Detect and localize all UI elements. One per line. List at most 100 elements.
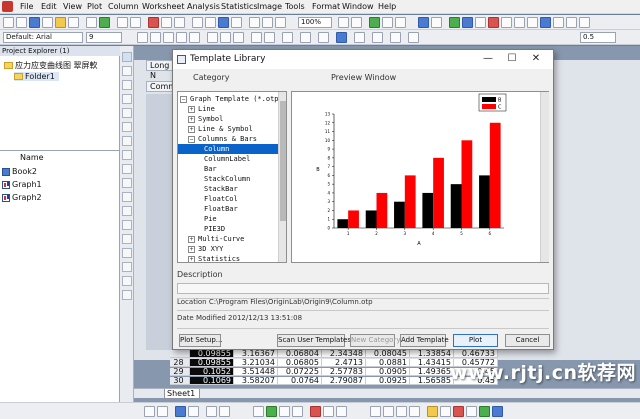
sheet-tab[interactable]: Sheet1 [164, 389, 200, 399]
screen-reader-icon[interactable] [122, 94, 132, 104]
expand-icon[interactable]: + [188, 105, 195, 113]
batch-icon[interactable] [130, 17, 141, 28]
category-item[interactable]: ColumnLabel [178, 154, 278, 164]
underline-icon[interactable] [163, 32, 174, 43]
expand-icon[interactable]: + [188, 255, 195, 262]
set-column-values-icon[interactable] [157, 406, 168, 417]
menu-worksheet[interactable]: Worksheet [142, 2, 184, 11]
new-project-icon[interactable] [3, 17, 14, 28]
line-tool-icon[interactable] [122, 220, 132, 230]
data-reader-icon[interactable] [122, 108, 132, 118]
row-number[interactable] [170, 350, 190, 358]
surface-3d-icon[interactable] [453, 406, 464, 417]
menu-tools[interactable]: Tools [285, 2, 305, 11]
line-plot-3d-icon[interactable] [370, 406, 381, 417]
menu-help[interactable]: Help [378, 2, 396, 11]
notes-icon[interactable] [351, 17, 362, 28]
fit-page-icon[interactable] [418, 17, 429, 28]
table-cell[interactable]: 1.33854 [410, 350, 454, 358]
table-cell[interactable]: 3.16367 [234, 350, 278, 358]
minimize-button[interactable]: — [477, 52, 499, 66]
merge-icon[interactable] [372, 32, 383, 43]
row-number[interactable]: 30 [170, 377, 190, 385]
category-item[interactable]: +3D XYY [178, 244, 278, 254]
align-right-icon[interactable] [323, 406, 334, 417]
zoom-tool-icon[interactable] [122, 66, 132, 76]
region-tool-icon[interactable] [122, 276, 132, 286]
category-item[interactable]: FloatBar [178, 204, 278, 214]
menu-column[interactable]: Column [108, 2, 139, 11]
region-select-icon[interactable] [122, 136, 132, 146]
category-item[interactable]: StackBar [178, 184, 278, 194]
curved-arrow-icon[interactable] [122, 206, 132, 216]
font-select[interactable]: Default: Arial [3, 32, 83, 43]
ternary-icon[interactable] [479, 406, 490, 417]
command-window-icon[interactable] [231, 17, 242, 28]
plot-button[interactable]: Plot [453, 334, 498, 347]
template-library-icon[interactable] [540, 17, 551, 28]
expand-icon[interactable]: + [188, 125, 195, 133]
collapse-icon[interactable]: − [180, 95, 187, 103]
table-cell[interactable]: 0.09855 [190, 350, 234, 358]
menu-format[interactable]: Format [312, 2, 340, 11]
table-cell[interactable]: 3.51448 [234, 368, 278, 376]
scan-user-templates-button[interactable]: Scan User Templates [277, 334, 351, 347]
left-align-icon[interactable] [251, 32, 262, 43]
font-color-icon[interactable] [282, 32, 293, 43]
table-cell[interactable]: 0.09855 [190, 359, 234, 367]
category-item[interactable]: − Columns & Bars [178, 134, 278, 144]
recalculate-icon[interactable] [117, 17, 128, 28]
new-category-button[interactable]: New Category [350, 334, 400, 347]
align-top-icon[interactable] [336, 406, 347, 417]
collapse-icon[interactable]: − [188, 135, 195, 143]
pattern-icon[interactable] [336, 32, 347, 43]
category-scrollbar[interactable] [278, 92, 286, 262]
waterfall-icon[interactable] [409, 406, 420, 417]
table-cell[interactable]: 1.43415 [410, 359, 454, 367]
category-item[interactable]: Pie [178, 214, 278, 224]
text-tool-icon[interactable] [122, 178, 132, 188]
line-color-icon[interactable] [300, 32, 311, 43]
row-number[interactable]: 28 [170, 359, 190, 367]
code-builder-icon[interactable] [205, 17, 216, 28]
row-number[interactable]: 29 [170, 368, 190, 376]
bar-plot-icon[interactable] [488, 17, 499, 28]
messages-log-icon[interactable] [262, 17, 273, 28]
new-graph-icon[interactable] [29, 17, 40, 28]
close-button[interactable]: ✕ [525, 52, 547, 66]
frequency-count-icon[interactable] [206, 406, 217, 417]
table-cell[interactable]: 2.57783 [322, 368, 366, 376]
maximize-button[interactable]: ☐ [501, 52, 523, 66]
italic-icon[interactable] [150, 32, 161, 43]
font-size-select[interactable]: 9 [86, 32, 122, 43]
rescale-icon[interactable] [431, 17, 442, 28]
freehand-tool-icon[interactable] [122, 290, 132, 300]
new-workbook-icon[interactable] [16, 17, 27, 28]
category-item[interactable]: StackColumn [178, 174, 278, 184]
decrease-font-icon[interactable] [233, 32, 244, 43]
table-cell[interactable]: 0.46733 [454, 350, 498, 358]
menu-analysis[interactable]: Analysis [187, 2, 220, 11]
category-item[interactable]: + Symbol [178, 114, 278, 124]
preview-scrollbar[interactable] [540, 92, 549, 262]
scrollbar-thumb[interactable] [280, 101, 286, 221]
plot-setup-icon[interactable] [553, 17, 564, 28]
origin-app-icon[interactable] [2, 1, 13, 12]
object-front-icon[interactable] [253, 406, 264, 417]
table-cell[interactable]: 0.08045 [366, 350, 410, 358]
table-cell[interactable]: 3.58207 [234, 377, 278, 385]
polygon-tool-icon[interactable] [122, 262, 132, 272]
menu-window[interactable]: Window [342, 2, 374, 11]
group-icon[interactable] [279, 406, 290, 417]
table-cell[interactable]: 0.0905 [366, 368, 410, 376]
folder1-item[interactable]: Folder1 [14, 72, 59, 81]
trajectory-icon[interactable] [396, 406, 407, 417]
symbol-icon[interactable] [408, 32, 419, 43]
layer-icon[interactable] [369, 17, 380, 28]
rectangle-tool-icon[interactable] [122, 234, 132, 244]
zoom-select[interactable]: 100% [298, 17, 332, 28]
contour-3d-icon[interactable] [492, 406, 503, 417]
menu-view[interactable]: View [63, 2, 82, 11]
duplicate-icon[interactable] [192, 17, 203, 28]
project-root-folder[interactable]: 应力应变曲线图 翠屏軟 [4, 60, 98, 71]
